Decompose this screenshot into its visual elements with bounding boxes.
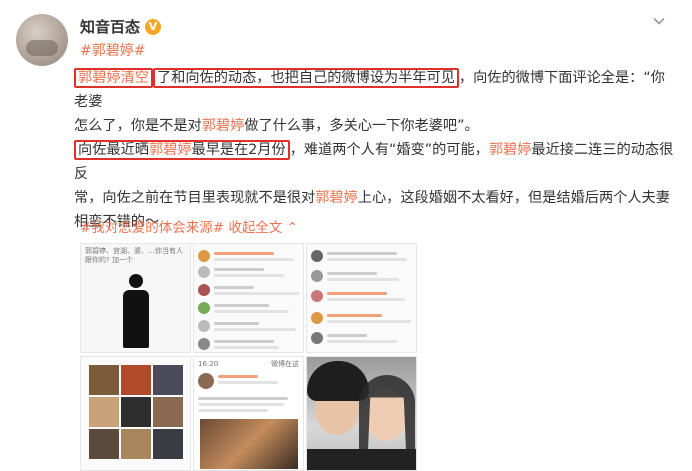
phone-status-bar: 16:20 微博在这 xyxy=(194,357,303,372)
topic-tag-link[interactable]: #郭碧婷# xyxy=(80,40,145,60)
mention-link[interactable]: 郭碧婷 xyxy=(149,142,192,158)
post-text-segment: 最早是在2月份 xyxy=(191,142,286,158)
post-text-segment: 做了什么事，多关心一下你老婆吧”。 xyxy=(244,118,479,134)
comment-row xyxy=(311,270,411,288)
highlight-box: 郭碧婷清空 xyxy=(74,68,153,88)
post-text: 郭碧婷清空 了和向佐的动态，也把自己的微博设为半年可见 ，向佐的微博下面评论全是：“… xyxy=(74,66,674,234)
post-footer-links: #我对恋爱的体会来源# 收起全文 ⌃ xyxy=(80,216,298,236)
post-line: 常，向佐之前在节目里表现就不是很对郭碧婷上心，这段婚姻不太看好，但是结婚后两个人… xyxy=(74,186,674,210)
image-thumbnail[interactable]: 16:20 微博在这 xyxy=(193,356,304,471)
image-caption: 郭碧婷、宫湖、婆、…你当有人跟你的? 加一个 xyxy=(85,247,183,264)
profile-row xyxy=(198,373,298,391)
mention-link[interactable]: 郭碧婷 xyxy=(202,118,245,134)
comment-row xyxy=(311,332,411,350)
author-name-row: 知音百态 V xyxy=(80,16,162,37)
chevron-down-icon[interactable] xyxy=(650,14,668,32)
post-line: 郭碧婷清空 了和向佐的动态，也把自己的微博设为半年可见 ，向佐的微博下面评论全是：“… xyxy=(74,66,674,114)
phone-header: 微博在这 xyxy=(271,360,299,368)
clothing xyxy=(307,449,416,470)
source-tag-link[interactable]: #我对恋爱的体会来源# xyxy=(80,220,224,236)
highlight-box: 了和向佐的动态，也把自己的微博设为半年可见 xyxy=(152,68,459,88)
comment-row xyxy=(198,338,298,352)
comment-row xyxy=(311,250,411,268)
post-line: 向佐最近晒郭碧婷最早是在2月份 ，难道两个人有“婚变”的可能，郭碧婷最近接二连三的… xyxy=(74,138,674,186)
mention-link[interactable]: 郭碧婷清空 xyxy=(78,70,149,86)
comment-row xyxy=(198,320,298,338)
mention-link[interactable]: 郭碧婷 xyxy=(315,190,358,206)
post-text-segment: 怎么了，你是不是对 xyxy=(74,118,202,134)
post-text-segment: 上心，这段婚姻不太看好，但是结婚后两个人夫妻 xyxy=(357,190,670,206)
comment-row xyxy=(311,312,411,330)
post-line: 怎么了，你是不是对郭碧婷做了什么事，多关心一下你老婆吧”。 xyxy=(74,114,674,138)
image-grid: 郭碧婷、宫湖、婆、…你当有人跟你的? 加一个 16:20 微博在这 xyxy=(80,243,498,471)
image-thumbnail[interactable]: 郭碧婷、宫湖、婆、…你当有人跟你的? 加一个 xyxy=(80,243,191,353)
phone-time: 16:20 xyxy=(198,360,219,368)
comment-row xyxy=(311,290,411,308)
image-thumbnail[interactable] xyxy=(80,356,191,471)
collapse-link[interactable]: 收起全文 ⌃ xyxy=(228,220,298,236)
avatar[interactable] xyxy=(16,14,68,66)
verified-badge-icon: V xyxy=(145,18,162,35)
post-photo xyxy=(200,419,298,469)
comment-row xyxy=(198,302,298,320)
post-text-segment: 向佐最近晒 xyxy=(78,142,149,158)
mention-link[interactable]: 郭碧婷 xyxy=(489,142,532,158)
image-thumbnail[interactable] xyxy=(193,243,304,353)
highlight-box: 向佐最近晒郭碧婷最早是在2月份 xyxy=(74,140,290,160)
post-text-segment: 了和向佐的动态，也把自己的微博设为半年可见 xyxy=(156,70,455,86)
image-thumbnail[interactable] xyxy=(306,356,417,471)
silhouette-figure xyxy=(121,274,151,349)
post-text-segment: 常，向佐之前在节目里表现就不是很对 xyxy=(74,190,316,206)
comment-row xyxy=(198,266,298,284)
author-name[interactable]: 知音百态 xyxy=(80,16,140,37)
photo-collage xyxy=(89,365,185,465)
image-thumbnail[interactable] xyxy=(306,243,417,353)
collapse-label: 收起全文 xyxy=(228,220,283,236)
chevron-up-icon: ⌃ xyxy=(286,220,299,236)
comment-row xyxy=(198,284,299,302)
post-text-segment: ，难道两个人有“婚变”的可能， xyxy=(289,142,489,158)
